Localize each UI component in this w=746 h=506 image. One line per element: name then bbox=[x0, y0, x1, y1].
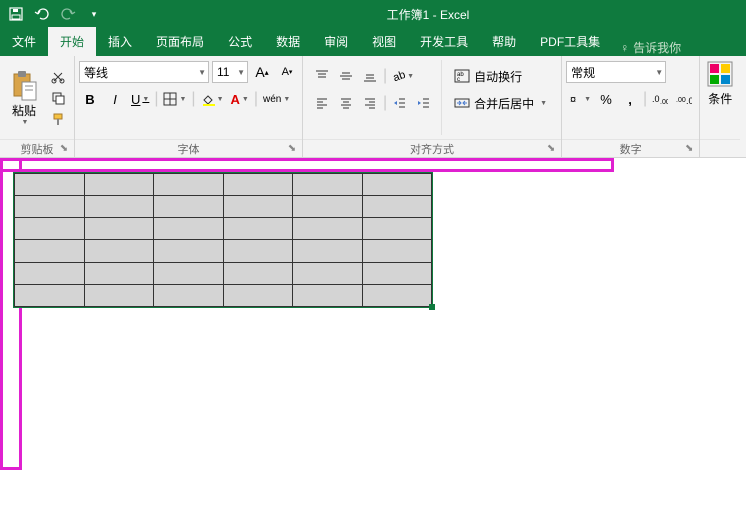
tab-data[interactable]: 数据 bbox=[264, 27, 312, 56]
tab-view[interactable]: 视图 bbox=[360, 27, 408, 56]
phonetic-icon[interactable]: wén▼ bbox=[261, 88, 292, 110]
decrease-font-icon[interactable]: A▾ bbox=[276, 61, 298, 83]
increase-indent-icon[interactable] bbox=[413, 92, 435, 114]
font-size-combo[interactable]: 11▼ bbox=[212, 61, 248, 83]
annotation-highlight bbox=[0, 158, 614, 172]
qat-customize-icon[interactable]: ▾ bbox=[86, 6, 102, 22]
borders-icon[interactable]: ▼ bbox=[161, 88, 188, 110]
orientation-icon[interactable]: ab▼ bbox=[389, 65, 416, 87]
decrease-decimal-icon[interactable]: .00.0 bbox=[673, 88, 695, 110]
svg-text:.00: .00 bbox=[660, 99, 668, 105]
increase-decimal-icon[interactable]: .0.00 bbox=[649, 88, 671, 110]
chevron-down-icon[interactable]: ▼ bbox=[22, 119, 29, 126]
italic-button[interactable]: I bbox=[104, 88, 126, 110]
svg-text:c: c bbox=[457, 77, 460, 83]
title-bar: ▾ 工作簿1 - Excel bbox=[0, 0, 746, 28]
window-title: 工作簿1 - Excel bbox=[110, 6, 746, 23]
svg-text:.00: .00 bbox=[676, 97, 686, 104]
chevron-down-icon: ▼ bbox=[584, 96, 591, 103]
svg-text:ab: ab bbox=[392, 69, 405, 83]
font-name-combo[interactable]: 等线▼ bbox=[79, 61, 209, 83]
align-bottom-icon[interactable] bbox=[359, 65, 381, 87]
chevron-down-icon: ▼ bbox=[655, 68, 663, 77]
align-middle-icon[interactable] bbox=[335, 65, 357, 87]
ribbon-tabs: 文件 开始 插入 页面布局 公式 数据 审阅 视图 开发工具 帮助 PDF工具集… bbox=[0, 28, 746, 56]
tab-page-layout[interactable]: 页面布局 bbox=[144, 27, 216, 56]
number-format-combo[interactable]: 常规▼ bbox=[566, 61, 666, 83]
underline-button[interactable]: U▼ bbox=[129, 88, 151, 110]
tab-file[interactable]: 文件 bbox=[0, 27, 48, 56]
align-right-icon[interactable] bbox=[359, 92, 381, 114]
tab-help[interactable]: 帮助 bbox=[480, 27, 528, 56]
copy-icon[interactable] bbox=[48, 89, 68, 107]
chevron-down-icon: ▼ bbox=[217, 96, 224, 103]
dialog-launcher-icon[interactable]: ⬊ bbox=[683, 143, 695, 155]
tab-pdf[interactable]: PDF工具集 bbox=[528, 27, 612, 56]
bold-button[interactable]: B bbox=[79, 88, 101, 110]
fill-handle[interactable] bbox=[429, 304, 435, 310]
tab-formula[interactable]: 公式 bbox=[216, 27, 264, 56]
selected-range[interactable] bbox=[13, 172, 433, 308]
decrease-indent-icon[interactable] bbox=[389, 92, 411, 114]
svg-text:.0: .0 bbox=[652, 94, 660, 104]
bulb-icon: ♀ bbox=[620, 41, 629, 55]
comma-style-icon[interactable]: , bbox=[619, 88, 641, 110]
redo-icon[interactable] bbox=[60, 6, 76, 22]
cut-icon[interactable] bbox=[48, 68, 68, 86]
undo-icon[interactable] bbox=[34, 6, 50, 22]
align-center-icon[interactable] bbox=[335, 92, 357, 114]
tell-me-search[interactable]: ♀ 告诉我你 bbox=[612, 39, 689, 56]
tab-developer[interactable]: 开发工具 bbox=[408, 27, 480, 56]
chevron-down-icon: ▼ bbox=[242, 96, 249, 103]
group-number: 常规▼ ¤▼ % , | .0.00 .00.0 数字 ⬊ bbox=[562, 56, 700, 157]
percent-button[interactable]: % bbox=[595, 88, 617, 110]
group-clipboard-label: 剪贴板 bbox=[21, 141, 54, 157]
chevron-down-icon: ▼ bbox=[283, 96, 290, 103]
group-number-label: 数字 bbox=[620, 141, 642, 157]
group-font-label: 字体 bbox=[178, 141, 200, 157]
chevron-down-icon: ▼ bbox=[237, 68, 245, 77]
dialog-launcher-icon[interactable]: ⬊ bbox=[58, 143, 70, 155]
conditional-formatting-label[interactable]: 条件 bbox=[708, 90, 732, 107]
dialog-launcher-icon[interactable]: ⬊ bbox=[286, 143, 298, 155]
svg-text:.0: .0 bbox=[686, 96, 692, 105]
svg-text:¤: ¤ bbox=[570, 94, 576, 106]
ribbon: 粘贴 ▼ 剪贴板 ⬊ 等线▼ 11▼ A▴ A bbox=[0, 56, 746, 158]
accounting-format-icon[interactable]: ¤▼ bbox=[566, 88, 593, 110]
tab-home[interactable]: 开始 bbox=[48, 27, 96, 56]
tab-review[interactable]: 审阅 bbox=[312, 27, 360, 56]
chevron-down-icon: ▼ bbox=[407, 73, 414, 80]
merge-center-button[interactable]: 合并后居中 ▼ bbox=[448, 91, 553, 115]
dialog-launcher-icon[interactable]: ⬊ bbox=[545, 143, 557, 155]
format-painter-icon[interactable] bbox=[48, 110, 68, 128]
save-icon[interactable] bbox=[8, 6, 24, 22]
group-alignment: | ab▼ | abc 自动换行 bbox=[303, 56, 562, 157]
increase-font-icon[interactable]: A▴ bbox=[251, 61, 273, 83]
group-alignment-label: 对齐方式 bbox=[410, 141, 454, 157]
group-clipboard: 粘贴 ▼ 剪贴板 ⬊ bbox=[0, 56, 75, 157]
fill-color-icon[interactable]: ▼ bbox=[199, 88, 226, 110]
font-color-icon[interactable]: A▼ bbox=[229, 88, 251, 110]
group-font: 等线▼ 11▼ A▴ A▾ B I U▼ | ▼ | ▼ A▼ | wén▼ bbox=[75, 56, 303, 157]
align-left-icon[interactable] bbox=[311, 92, 333, 114]
wrap-text-button[interactable]: abc 自动换行 bbox=[448, 64, 553, 88]
group-styles: 条件 bbox=[700, 56, 740, 157]
chevron-down-icon: ▼ bbox=[142, 96, 149, 103]
chevron-down-icon: ▼ bbox=[179, 96, 186, 103]
chevron-down-icon: ▼ bbox=[198, 68, 206, 77]
chevron-down-icon: ▼ bbox=[540, 100, 547, 107]
align-top-icon[interactable] bbox=[311, 65, 333, 87]
paste-label[interactable]: 粘贴 bbox=[12, 102, 36, 119]
conditional-formatting-icon[interactable] bbox=[706, 60, 734, 88]
tab-insert[interactable]: 插入 bbox=[96, 27, 144, 56]
paste-icon[interactable] bbox=[10, 70, 38, 102]
